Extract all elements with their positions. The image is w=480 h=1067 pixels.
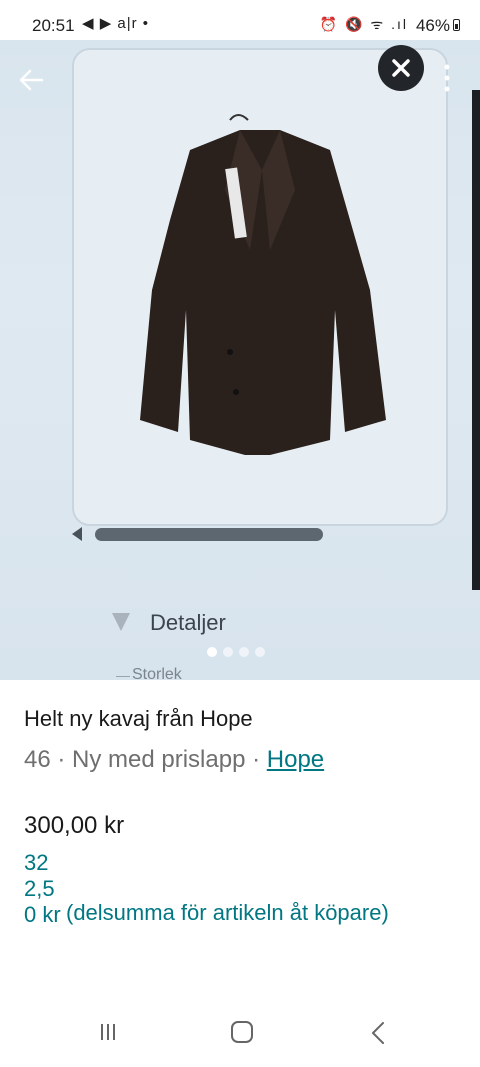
item-title: Helt ny kavaj från Hope	[24, 706, 253, 731]
battery-percent: 46%	[415, 16, 450, 35]
status-time: 20:51	[32, 16, 75, 35]
item-meta-text: 46 · Ny med prislapp ·	[24, 746, 267, 773]
carousel-dot[interactable]	[239, 647, 249, 657]
more-vertical-icon[interactable]	[437, 62, 457, 96]
storlek-label: Storlek	[132, 666, 182, 680]
chevron-left-icon[interactable]	[368, 1020, 388, 1046]
photo-scrollbar	[95, 528, 323, 541]
system-icons: ⏰ 🔇 ᯤ .ıl	[319, 16, 408, 32]
storlek-divider	[116, 676, 130, 677]
buyer-total-price[interactable]: 322,50 kr	[24, 850, 62, 928]
photo-edge	[472, 90, 480, 590]
battery-icon	[453, 19, 460, 31]
scroll-left-arrow-icon	[72, 527, 82, 541]
recent-apps-icon[interactable]	[98, 1022, 118, 1042]
arrow-left-icon[interactable]	[14, 62, 50, 98]
jacket-image	[140, 114, 386, 455]
item-photo[interactable]: Detaljer Storlek	[0, 40, 480, 680]
status-bar: 20:51 ◀ ▶ a|r • ⏰ 🔇 ᯤ .ıl 46%	[0, 0, 480, 40]
item-meta: 46 · Ny med prislapp · Hope	[24, 746, 324, 774]
buyer-total-note[interactable]: (delsumma för artikeln åt köpare)	[66, 900, 389, 926]
chevron-down-icon	[112, 613, 130, 631]
carousel-dot[interactable]	[207, 647, 217, 657]
photo-carousel-indicator	[207, 644, 271, 657]
close-button[interactable]	[378, 45, 424, 91]
carousel-dot[interactable]	[223, 647, 233, 657]
notification-icons: ◀ ▶ a|r •	[82, 15, 150, 32]
home-icon[interactable]	[231, 1021, 253, 1043]
item-price: 300,00 kr	[24, 812, 125, 839]
system-nav-bar	[0, 1000, 480, 1067]
carousel-dot[interactable]	[255, 647, 265, 657]
detaljer-label: Detaljer	[150, 610, 226, 635]
close-icon	[392, 59, 410, 77]
brand-link[interactable]: Hope	[267, 746, 324, 773]
